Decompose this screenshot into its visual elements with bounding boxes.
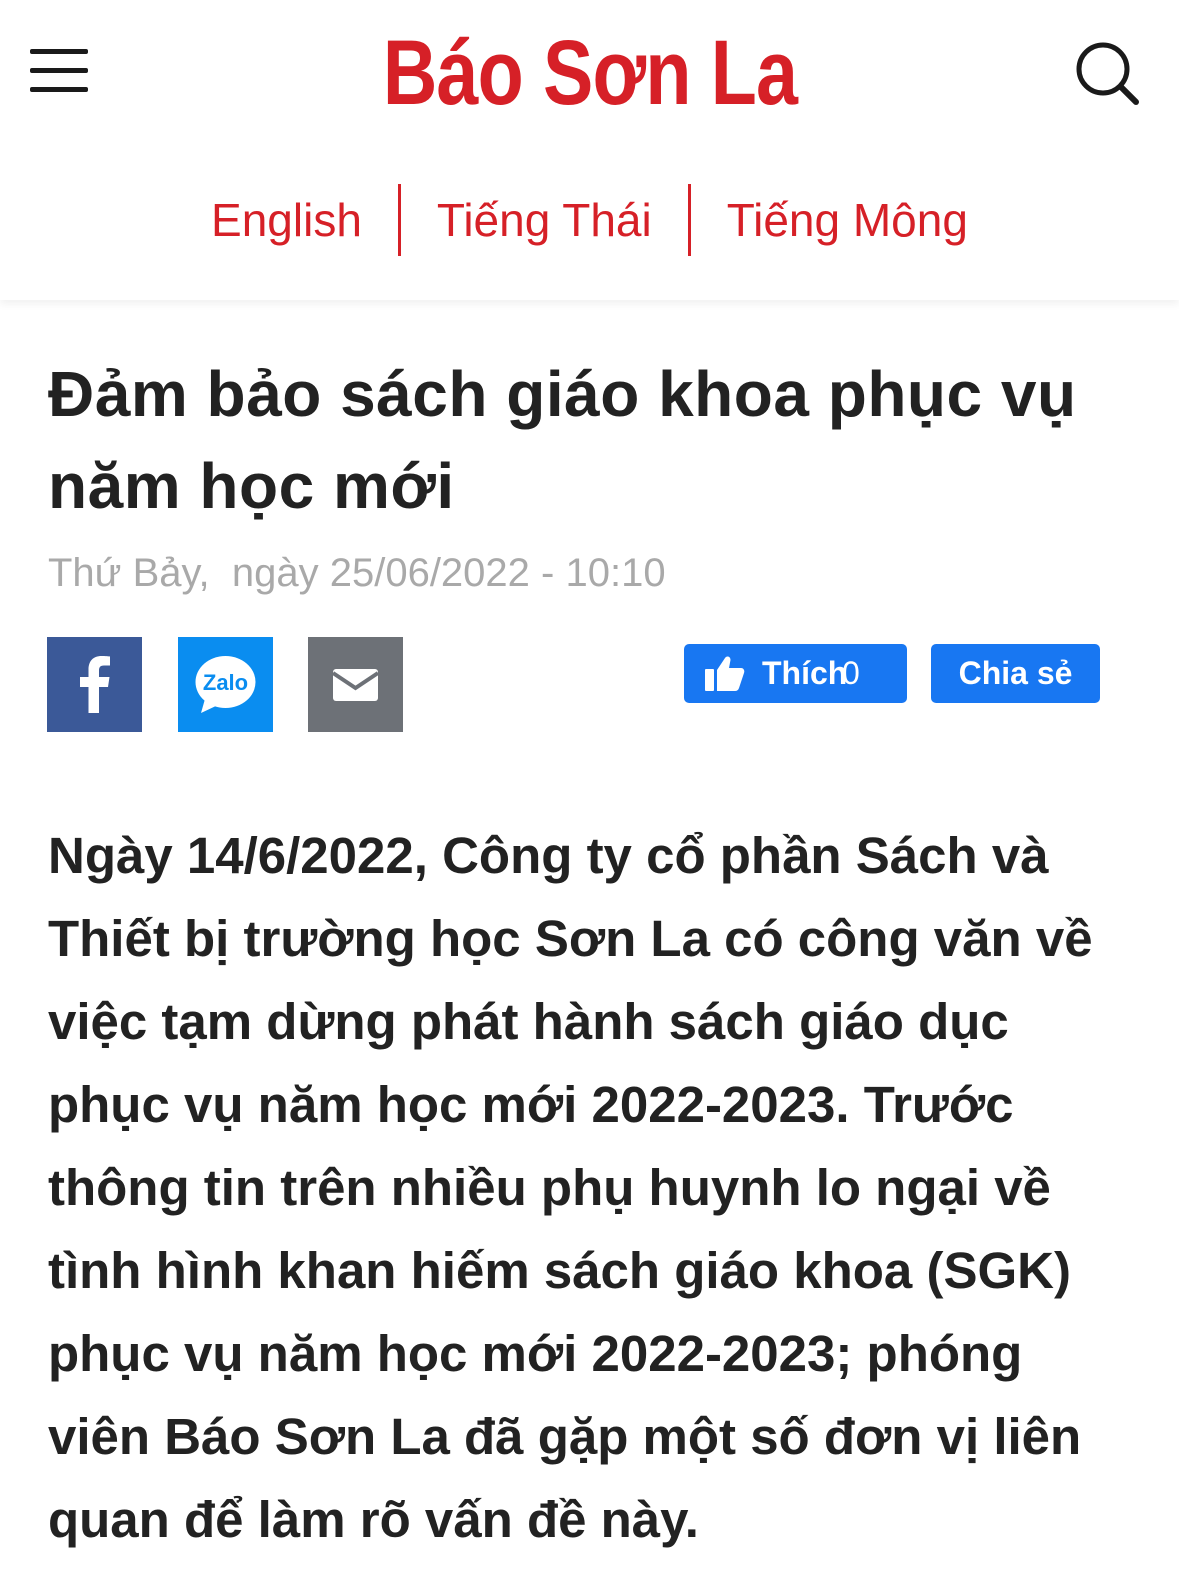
lang-link-tieng-mong[interactable]: Tiếng Mông <box>691 180 1004 260</box>
lang-link-english[interactable]: English <box>175 180 398 260</box>
search-icon[interactable] <box>1074 40 1140 106</box>
hamburger-menu-icon[interactable] <box>28 46 90 96</box>
menu-bar <box>30 68 88 73</box>
thumbs-up-icon <box>705 656 745 691</box>
site-header: Báo Sơn La English Tiếng Thái Tiếng Mông <box>0 0 1179 300</box>
like-label: Thích <box>762 655 848 691</box>
language-nav: English Tiếng Thái Tiếng Mông <box>0 176 1179 256</box>
facebook-icon[interactable] <box>47 637 142 732</box>
site-logo[interactable]: Báo Sơn La <box>360 18 819 128</box>
lang-link-tieng-thai[interactable]: Tiếng Thái <box>401 180 688 260</box>
zalo-icon[interactable]: Zalo <box>178 637 273 732</box>
menu-bar <box>30 49 88 54</box>
article-dateline: Thứ Bảy, ngày 25/06/2022 - 10:10 <box>48 551 666 595</box>
menu-bar <box>30 87 88 92</box>
facebook-like-button[interactable]: Thích 0 <box>684 644 907 703</box>
article-title: Đảm bảo sách giáo khoa phục vụ năm học m… <box>48 358 1077 522</box>
share-bar: Zalo Thích 0 Chia sẻ <box>0 637 1179 733</box>
zalo-icon-text: Zalo <box>203 670 248 695</box>
email-icon[interactable] <box>308 637 403 732</box>
like-count: 0 <box>842 655 860 691</box>
facebook-share-button[interactable]: Chia sẻ <box>931 644 1100 703</box>
article-lead-paragraph: Ngày 14/6/2022, Công ty cổ phần Sách và … <box>48 827 1093 1548</box>
